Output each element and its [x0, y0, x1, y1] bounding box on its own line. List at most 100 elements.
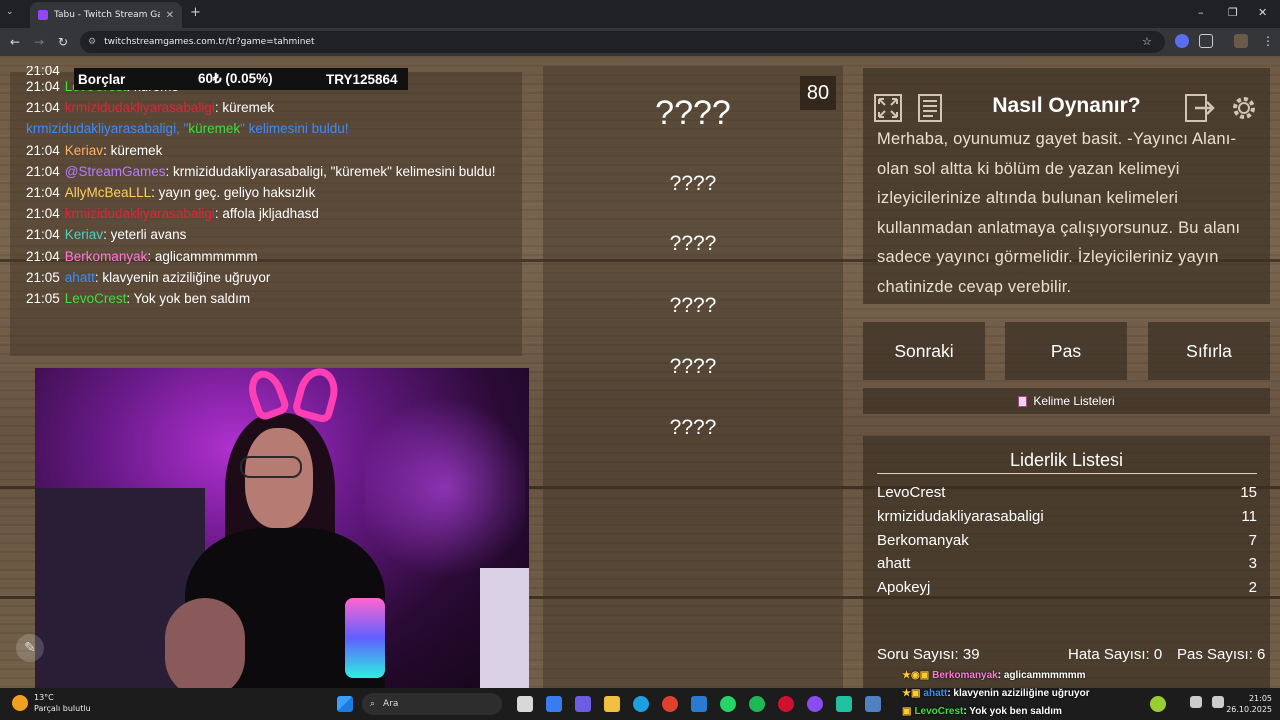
store-icon[interactable] [691, 696, 707, 712]
weather-temp: 13°C [34, 693, 54, 702]
overlay-chat-line: ▣ LevoCrest: Yok yok ben saldım [902, 706, 1062, 717]
webcam-feed [35, 368, 529, 688]
file-explorer-icon[interactable] [604, 696, 620, 712]
restore-icon[interactable]: ❐ [1228, 6, 1238, 19]
spotify-icon[interactable] [749, 696, 765, 712]
pass-count: Pas Sayısı: 6 [1177, 646, 1266, 663]
address-bar: ← → ↻ ⚙ twitchstreamgames.com.tr/tr?game… [0, 28, 1280, 56]
chat-line: 21:04 Keriav: küremek [26, 142, 163, 158]
howto-panel: Nasıl Oynanır? Merhaba, oyunumuz gayet b… [863, 68, 1270, 304]
url-field[interactable]: ⚙ twitchstreamgames.com.tr/tr?game=tahmi… [80, 31, 1165, 53]
browser-tab[interactable]: Tabu - Twitch Stream Games ✕ [30, 2, 182, 28]
forward-icon[interactable]: → [34, 35, 44, 49]
webcam-face [245, 428, 313, 528]
network-icon[interactable] [1190, 696, 1202, 708]
leaderboard-row: LevoCrest 15 [877, 484, 1257, 501]
game-page: 21:04 21:04LevoCrest: küreme 21:04krmizi… [0, 56, 1280, 688]
debt-label: Borçlar [78, 71, 126, 87]
chrome-icon[interactable] [662, 696, 678, 712]
bookmark-star-icon[interactable]: ☆ [1142, 35, 1152, 48]
new-tab-icon[interactable]: + [190, 5, 201, 20]
windows-start-icon[interactable] [337, 696, 353, 712]
reload-icon[interactable]: ↻ [58, 35, 68, 49]
leaderboard-row: ahatt 3 [877, 555, 1257, 572]
leaderboard-title: Liderlik Listesi [1009, 450, 1124, 470]
chat-log[interactable]: 21:04 21:04LevoCrest: küreme 21:04krmizi… [26, 66, 496, 309]
webcam-lamp [345, 598, 385, 678]
weather-icon [12, 695, 28, 711]
teams-icon[interactable] [575, 696, 591, 712]
taskbar-search[interactable]: ⌕ Ara [362, 693, 502, 715]
chat-line: 21:04 @StreamGames: krmizidudakliyarasaba… [26, 163, 496, 179]
settings-gear-icon[interactable] [1227, 92, 1261, 124]
weather-desc: Parçalı bulutlu [34, 704, 91, 713]
overlay-chat-line: ★▣ ahatt: klavyenin aziziliğine uğruyor [902, 688, 1090, 699]
search-label: Ara [383, 699, 399, 709]
clock-date: 26.10.2025 [1226, 705, 1272, 714]
next-button[interactable]: Sonraki [863, 322, 985, 380]
bunny-ear-right [290, 368, 344, 425]
tray-icon[interactable] [1150, 696, 1166, 712]
app-icon[interactable] [865, 696, 881, 712]
close-window-icon[interactable]: ✕ [1258, 6, 1267, 19]
forbidden-word: ???? [669, 172, 717, 195]
profile-avatar-icon[interactable] [1234, 34, 1248, 48]
edge-icon[interactable] [633, 696, 649, 712]
logout-icon[interactable] [1183, 92, 1217, 124]
webcam-light [365, 388, 525, 588]
extension-icon[interactable] [1175, 34, 1189, 48]
word-lists-label: Kelime Listeleri [1033, 394, 1115, 408]
clock[interactable]: 21:05 26.10.2025 [1226, 693, 1272, 715]
chat-line: 21:04 Keriav: yeterli avans [26, 227, 187, 243]
app-icon[interactable] [807, 696, 823, 712]
debt-total: TRY125864 [326, 71, 398, 87]
divider [877, 473, 1257, 474]
howto-text: Merhaba, oyunumuz gayet basit. -Yayıncı … [877, 130, 1241, 296]
site-info-icon[interactable]: ⚙ [88, 37, 96, 47]
whatsapp-icon[interactable] [720, 696, 736, 712]
badge-icons: ★◉▣ [902, 670, 930, 681]
leaderboard-row: Apokeyj 2 [877, 579, 1257, 596]
chat-line: 21:04 AllyMcBeaLLL: yayın geç. geliyo hak… [26, 185, 316, 201]
task-view-icon[interactable] [517, 696, 533, 712]
browser-menu-icon[interactable]: ⋮ [1262, 34, 1274, 48]
overlay-chat: ★◉▣ Berkomanyak: aglicammmmmm ★▣ ahatt: kl… [902, 667, 1142, 720]
chat-line: 21:05 ahatt: klavyenin aziziliğine uğruyo… [26, 269, 271, 285]
clock-time: 21:05 [1248, 694, 1272, 703]
chat-line: 21:04 krmizidudakliyarasabaligi: affola j… [26, 206, 319, 222]
word-lists-button[interactable]: Kelime Listeleri [863, 388, 1270, 414]
minimize-icon[interactable]: – [1198, 6, 1204, 19]
tab-search-icon[interactable]: ⌄ [6, 7, 14, 17]
overlay-chat-line: ★◉▣ Berkomanyak: aglicammmmmm [902, 670, 1086, 681]
app-icon[interactable] [836, 696, 852, 712]
edit-icon[interactable]: ✎ [16, 634, 44, 662]
webcam-arm [165, 598, 245, 688]
webcam-shelf [480, 568, 529, 688]
tab-title: Tabu - Twitch Stream Games [54, 10, 160, 20]
forbidden-word: ???? [669, 416, 717, 439]
badge-icons: ▣ [902, 706, 912, 717]
pass-button[interactable]: Pas [1005, 322, 1127, 380]
close-tab-icon[interactable]: ✕ [166, 10, 174, 21]
forbidden-word: ???? [669, 294, 717, 317]
webcam-glasses [240, 456, 302, 478]
leaderboard-row: krmizidudakliyarasabaligi 11 [877, 508, 1257, 525]
error-count: Hata Sayısı: 0 [1068, 646, 1163, 663]
question-count: Soru Sayısı: 39 [877, 646, 980, 663]
chat-line: 21:04 Berkomanyak: aglicammmmmm [26, 248, 258, 264]
extensions-puzzle-icon[interactable] [1199, 34, 1213, 48]
weather-widget[interactable]: 13°C Parçalı bulutlu [12, 692, 91, 714]
chat-system-line: krmizidudakliyarasabaligi, "küremek" kel… [26, 121, 349, 137]
reset-button[interactable]: Sıfırla [1148, 322, 1270, 380]
back-icon[interactable]: ← [10, 35, 20, 49]
opera-icon[interactable] [778, 696, 794, 712]
volume-icon[interactable] [1212, 696, 1224, 708]
copilot-icon[interactable] [546, 696, 562, 712]
twitch-favicon-icon [38, 10, 48, 20]
search-icon: ⌕ [370, 699, 376, 709]
url-text: twitchstreamgames.com.tr/tr?game=tahmine… [104, 37, 315, 47]
debt-amount: 60₺ (0.05%) [198, 71, 273, 86]
forbidden-word: ???? [669, 355, 717, 378]
forbidden-word: ???? [669, 232, 717, 255]
leaderboard-panel: Liderlik Listesi LevoCrest 15 krmizidudak… [863, 436, 1270, 688]
